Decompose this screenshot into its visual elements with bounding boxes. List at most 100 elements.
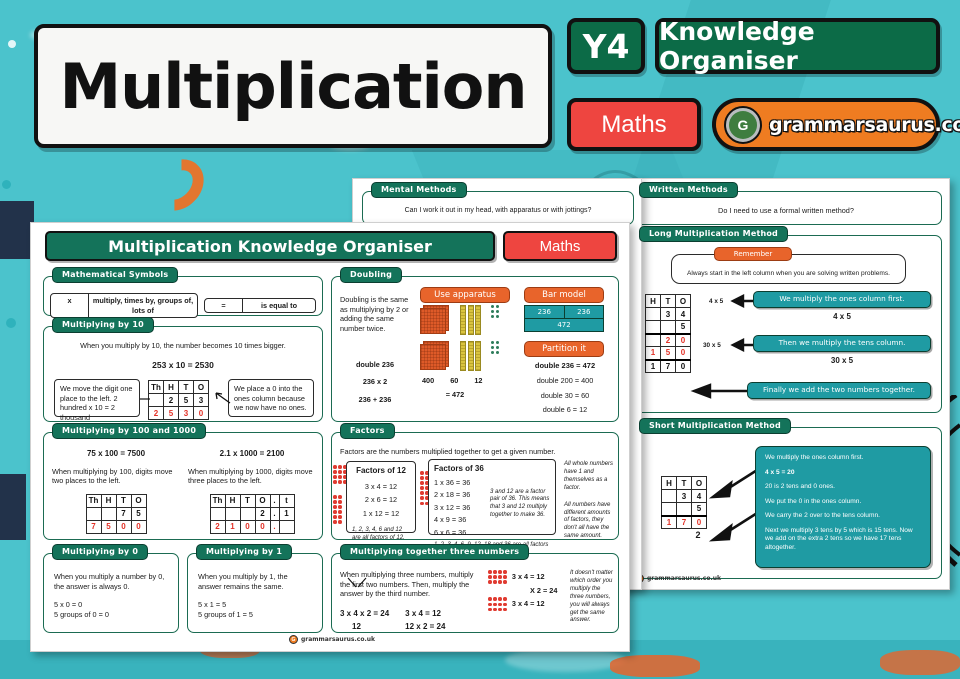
apparatus-value-tens: 60: [450, 376, 459, 385]
sheet-title-bar: Multiplication Knowledge Organiser: [45, 231, 495, 261]
partition-line-2: double 200 = 400: [536, 375, 594, 385]
table-cell: .: [269, 493, 280, 508]
table-cell: 0: [130, 519, 147, 534]
panel-tab-short-multiplication: Short Multiplication Method: [639, 418, 791, 434]
by-ten-place-value-table: Th H T O 2 5 3 2 5 3 0: [148, 380, 209, 420]
bar-model: 236 236 472: [524, 305, 604, 332]
doubling-line-2: 236 x 2: [362, 377, 388, 387]
table-cell: 0: [675, 332, 691, 347]
main-knowledge-organiser-sheet: Multiplication Knowledge Organiser Maths…: [30, 222, 630, 652]
table-cell: O: [254, 493, 271, 508]
written-methods-sheet: Written Methods Do I need to use a forma…: [620, 178, 950, 590]
table-row: 5: [661, 502, 707, 516]
counter-array-left-2: [333, 495, 342, 525]
by-ten-arrow-left: [140, 398, 150, 400]
table-cell: T: [239, 493, 256, 508]
table-cell: 0: [675, 346, 691, 360]
table-cell: [239, 506, 256, 521]
symbol-multiply-meaning: multiply, times by, groups of, lots of: [92, 296, 194, 315]
table-cell: .: [269, 506, 280, 521]
apparatus-total: = 472: [445, 389, 465, 399]
apparatus-illustration: 400 60 12 = 472: [420, 305, 516, 399]
table-row: 34: [645, 307, 691, 321]
bg-shape: [610, 655, 700, 677]
panel-multiplying-by-0: Multiplying by 0 When you multiply a num…: [43, 544, 179, 633]
factors-12-line-3: 1 x 12 = 12: [362, 508, 400, 518]
table-row: 7500: [85, 519, 147, 534]
bar-model-label: Bar model: [524, 287, 604, 303]
table-header-cell: H: [645, 294, 661, 308]
table-row: 2100.: [209, 519, 295, 534]
table-row: HTO: [661, 476, 707, 490]
factors-36-title: Factors of 36: [434, 464, 484, 473]
page-title: Multiplication: [59, 49, 527, 123]
bg-arc: [141, 148, 215, 222]
table-cell: 1: [661, 514, 677, 529]
table-cell: 2: [148, 406, 164, 420]
array-label-3: 3 x 4 = 12: [511, 599, 545, 609]
table-cell: 1: [278, 506, 295, 521]
page-title-card: Multiplication: [34, 24, 552, 148]
by-ten-left-note: We move the digit one place to the left.…: [60, 384, 133, 422]
by-one-line-2: 5 groups of 1 = 5: [198, 609, 253, 619]
three-numbers-bracket-arrows: [347, 577, 367, 588]
use-apparatus-label: Use apparatus: [420, 287, 510, 303]
panel-long-multiplication: Long Multiplication Method Remember Alwa…: [630, 226, 942, 413]
by-thousand-table: Th H T O. t 2. 1 2 1 0 0.: [188, 493, 316, 534]
table-row: 5: [645, 320, 691, 334]
table-cell: H: [224, 493, 241, 508]
factors-side-note-2: All numbers have different amounts of fa…: [564, 501, 611, 540]
symbol-multiply: x: [51, 294, 89, 318]
grammarsaurus-logo-icon: G: [289, 635, 298, 644]
remember-label: Remember: [714, 247, 792, 261]
table-cell: 5: [100, 519, 117, 534]
bar-cell-left: 236: [524, 305, 565, 319]
table-header-cell: H: [661, 476, 677, 490]
table-cell: 2: [254, 506, 271, 521]
doubling-definition: Doubling is the same as multiplying by 2…: [340, 295, 409, 333]
three-numbers-side-note: It doesn't matter which order you multip…: [570, 570, 613, 624]
short-method-line: We multiply the ones column first.: [765, 454, 864, 461]
written-methods-question: Do I need to use a formal written method…: [718, 206, 854, 215]
sheet-subject-badge: Maths: [503, 231, 617, 261]
table-header-cell: T: [660, 294, 676, 308]
panel-tab-multiplying-by-1: Multiplying by 1: [196, 544, 293, 560]
factors-of-12-box: Factors of 12 3 x 4 = 12 2 x 6 = 12 1 x …: [346, 461, 416, 541]
table-cell: 0: [254, 519, 271, 534]
grammarsaurus-logo-icon: G: [724, 105, 762, 144]
panel-tab-factors: Factors: [340, 423, 395, 439]
by-hundred-table: Th H T O 7 5 7 5 0 0: [52, 493, 180, 534]
by-thousand-equation: 2.1 x 1000 = 2100: [219, 449, 285, 458]
table-cell: Th: [148, 380, 164, 394]
table-cell: 5: [130, 506, 147, 521]
callout-tens-column: Then we multiply the tens column.: [753, 335, 931, 352]
table-cell: [278, 519, 295, 534]
bg-shape: [0, 201, 34, 259]
table-cell: 7: [85, 519, 102, 534]
footer-brand-text: grammarsaurus.co.uk: [301, 636, 376, 643]
table-cell: 0: [239, 519, 256, 534]
table-cell: 4: [675, 307, 691, 321]
panel-multiplying-by-1: Multiplying by 1 When you multiply by 1,…: [187, 544, 323, 633]
mental-methods-question: Can I work it out in my head, with appar…: [404, 207, 592, 214]
table-row: 170: [645, 358, 691, 373]
table-row: 2530: [148, 406, 209, 420]
partition-lines: double 236 = 472 double 200 = 400 double…: [518, 361, 612, 415]
apparatus-value-ones: 12: [474, 376, 483, 385]
short-method-explanation: We multiply the ones column first. 4 x 5 …: [755, 446, 931, 568]
partition-line-4: double 6 = 12: [542, 405, 588, 415]
panel-multiplying-by-10: Multiplying by 10 When you multiply by 1…: [43, 317, 323, 422]
table-row: 253: [148, 393, 209, 407]
table-row: HTO: [645, 294, 691, 308]
factors-intro: Factors are the numbers multiplied toget…: [340, 447, 556, 456]
by-one-line-1: 5 x 1 = 5: [198, 600, 227, 610]
factors-12-line-1: 3 x 4 = 12: [364, 481, 398, 491]
arrow-to-tens: [730, 338, 755, 352]
bg-dot: [2, 180, 11, 189]
table-cell: [100, 506, 117, 521]
remember-box: Remember Always start in the left column…: [671, 247, 906, 284]
three-numbers-arrays: 3 x 4 = 12 X 2 = 24 3 x 4 = 12: [488, 570, 557, 612]
panel-tab-three-numbers: Multiplying together three numbers: [340, 544, 530, 560]
table-cell: [645, 307, 661, 321]
table-cell: Th: [85, 493, 102, 508]
